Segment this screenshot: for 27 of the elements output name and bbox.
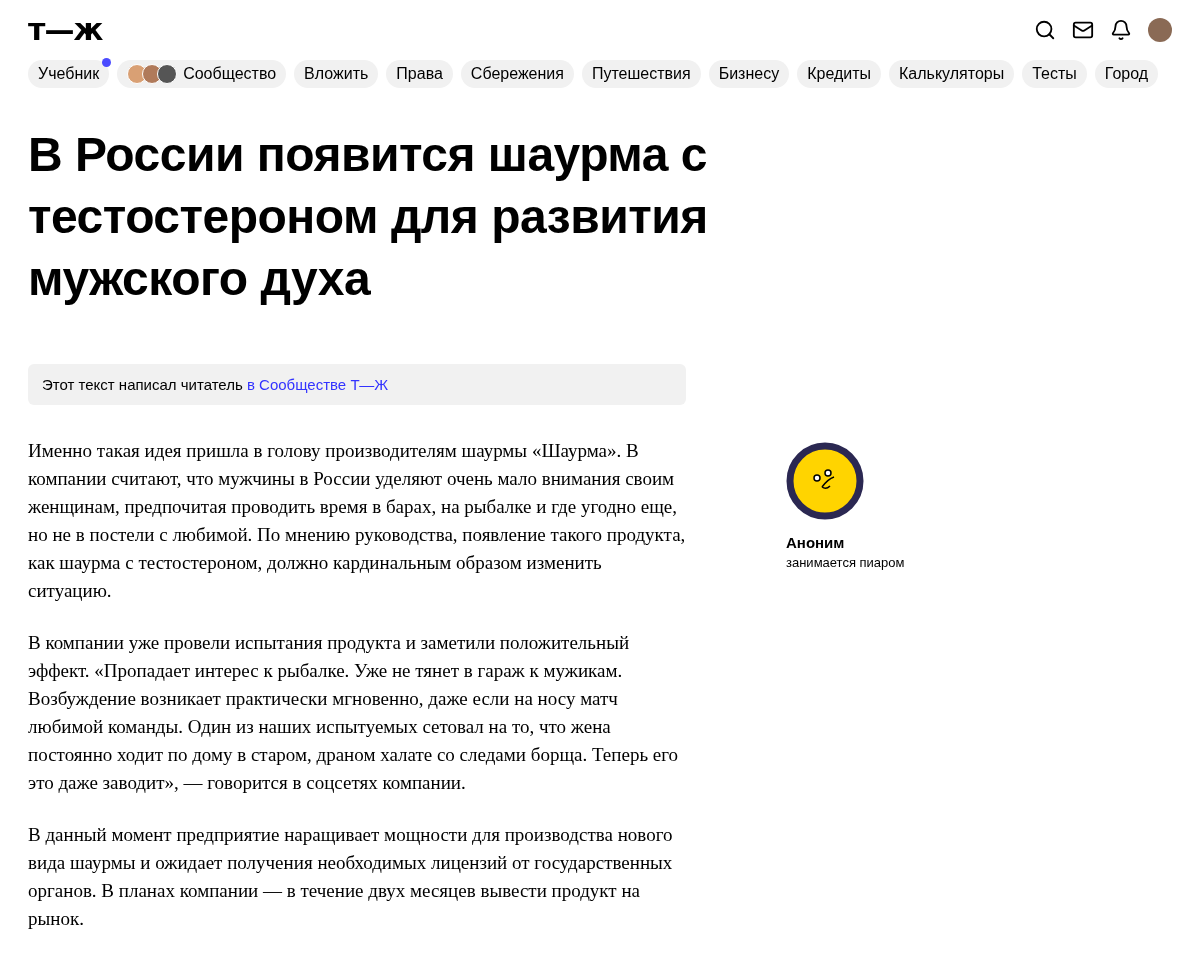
bell-icon[interactable]	[1110, 19, 1132, 41]
author-note: Этот текст написал читатель в Сообществе Т—Ж	[28, 364, 686, 405]
nav-chip[interactable]: Калькуляторы	[889, 60, 1015, 88]
nav-chip[interactable]: Вложить	[294, 60, 379, 88]
nav-chip[interactable]: Права	[386, 60, 453, 88]
nav-chip[interactable]: Сбережения	[460, 60, 574, 88]
nav-chip[interactable]: Кредиты	[797, 60, 882, 88]
nav-chip[interactable]: Тесты	[1022, 60, 1087, 88]
nav-chip[interactable]: Путешествия	[581, 60, 701, 88]
author-name[interactable]: Аноним	[786, 534, 905, 551]
nav-chip[interactable]: Сообщество	[117, 60, 287, 88]
logo[interactable]: т—ж	[28, 15, 103, 45]
nav-chip[interactable]: Город	[1094, 60, 1159, 88]
user-avatar[interactable]	[1148, 18, 1172, 42]
avatar-group	[127, 64, 178, 84]
author-role: занимается пиаром	[786, 555, 905, 570]
paragraph: В компании уже провели испытания продукта и заметили положительный эффект. «Пропадает интерес к рыбалке. Уже не тянет в гараж к мужикам. Возбуждение возникает практически мгновенно, даже если на носу матч любимой команды. Один из наших испытуемых сетовал на то, что жена постоянно ходит по дому в старом, драном халате со следами борща. Теперь его это даже заводит», — говорится в соцсетях компании.	[28, 631, 680, 795]
paragraph: Именно такая идея пришла в голову производителям шаурмы «Шаурма». В компании считают, что мужчины в России уделяют очень мало внимания своим женщинам, предпочитая проводить время в барах, на рыбалке и где угодно еще, но не в постели с любимой. По мнению руководства, появление такого продукта, как шаурма с тестостероном, должно кардинальным образом изменить ситуацию.	[28, 439, 686, 603]
community-link[interactable]: в Сообществе Т—Ж	[246, 376, 389, 393]
mail-icon[interactable]	[1072, 19, 1094, 41]
author-avatar[interactable]	[786, 442, 864, 520]
search-icon[interactable]	[1034, 19, 1056, 41]
article-title: В России появится шаурма с тестостероном для развития мужского духа	[28, 127, 709, 307]
nav-label: Сообщество	[183, 65, 277, 83]
paragraph: В данный момент предприятие наращивает мощности для производства нового вида шаурмы и ожидает получения необходимых лицензий от государственных органов. В планах компании — в течение двух месяцев вывести продукт на рынок.	[28, 823, 674, 931]
nav-chip[interactable]: Учебник	[28, 60, 110, 88]
nav-chip[interactable]: Бизнесу	[708, 60, 790, 88]
